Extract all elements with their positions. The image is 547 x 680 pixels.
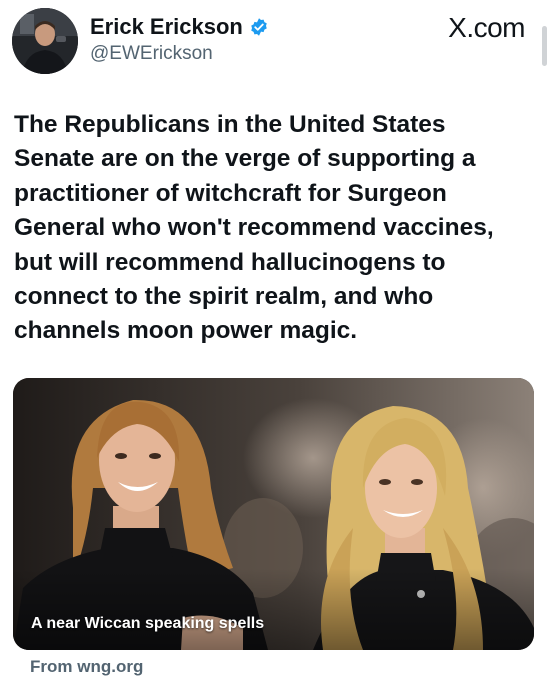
- display-name-row: Erick Erickson: [90, 14, 269, 40]
- post-header: Erick Erickson @EWErickson X.com: [12, 8, 535, 76]
- verified-badge-icon: [249, 17, 269, 37]
- avatar[interactable]: [12, 8, 78, 74]
- media-photo: [13, 378, 534, 650]
- author-handle[interactable]: @EWErickson: [90, 41, 269, 67]
- source-brand: X.com: [448, 12, 525, 43]
- media-card[interactable]: A near Wiccan speaking spells: [13, 378, 534, 650]
- author-display-name[interactable]: Erick Erickson: [90, 14, 243, 40]
- post-text: The Republicans in the United States Sen…: [14, 111, 494, 345]
- scrollbar[interactable]: [542, 26, 547, 66]
- author-block: Erick Erickson @EWErickson: [90, 14, 269, 67]
- avatar-image: [12, 8, 78, 74]
- link-source[interactable]: From wng.org: [30, 657, 143, 677]
- media-caption: A near Wiccan speaking spells: [31, 615, 265, 632]
